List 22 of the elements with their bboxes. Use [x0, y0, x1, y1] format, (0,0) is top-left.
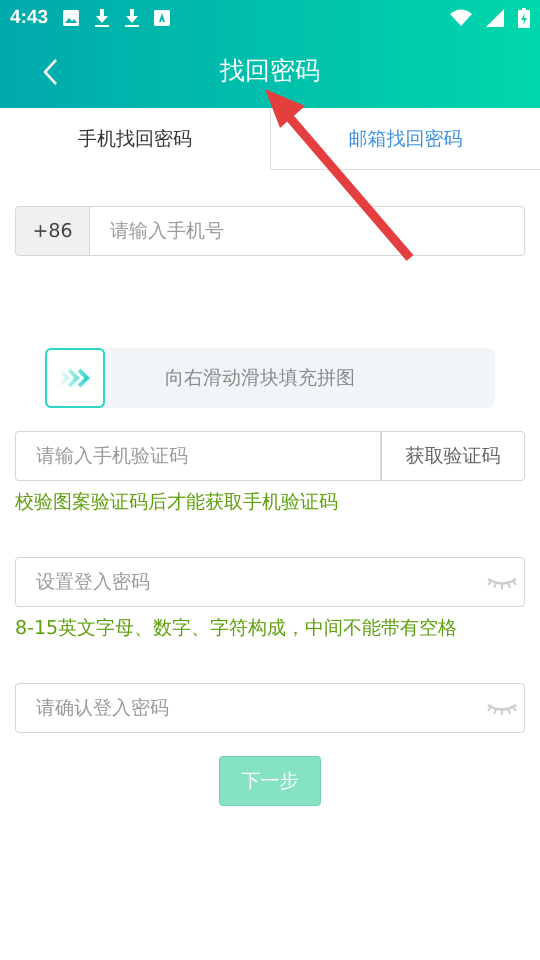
signal-icon [486, 9, 504, 27]
download-icon [94, 8, 110, 28]
slider-label: 向右滑动滑块填充拼图 [165, 366, 355, 391]
closed-eye-icon[interactable] [485, 701, 519, 715]
hint-text: 校验图案验证码后才能获取手机验证码 [15, 490, 339, 515]
download-icon [124, 8, 140, 28]
hint-text: 8-15英文字母、数字、字符构成，中间不能带有空格 [15, 616, 458, 641]
password-field[interactable]: 请确认登入密码 [15, 683, 525, 733]
status-time: 4:43 [10, 7, 48, 29]
image-icon [62, 9, 80, 27]
password-field[interactable]: 设置登入密码 [15, 557, 525, 607]
tab[interactable]: 邮箱找回密码 [270, 108, 540, 170]
font-icon [154, 10, 170, 26]
battery-icon [518, 8, 530, 28]
wifi-icon [450, 9, 472, 27]
closed-eye-icon[interactable] [485, 575, 519, 589]
page-title: 找回密码 [220, 55, 320, 87]
sms-code-field[interactable]: 请输入手机验证码 [15, 431, 381, 481]
country-code: +86 [15, 206, 90, 256]
phone-field[interactable]: 请输入手机号 [90, 206, 525, 256]
get-code-button[interactable]: 获取验证码 [381, 431, 525, 481]
slider-handle[interactable] [45, 348, 105, 408]
